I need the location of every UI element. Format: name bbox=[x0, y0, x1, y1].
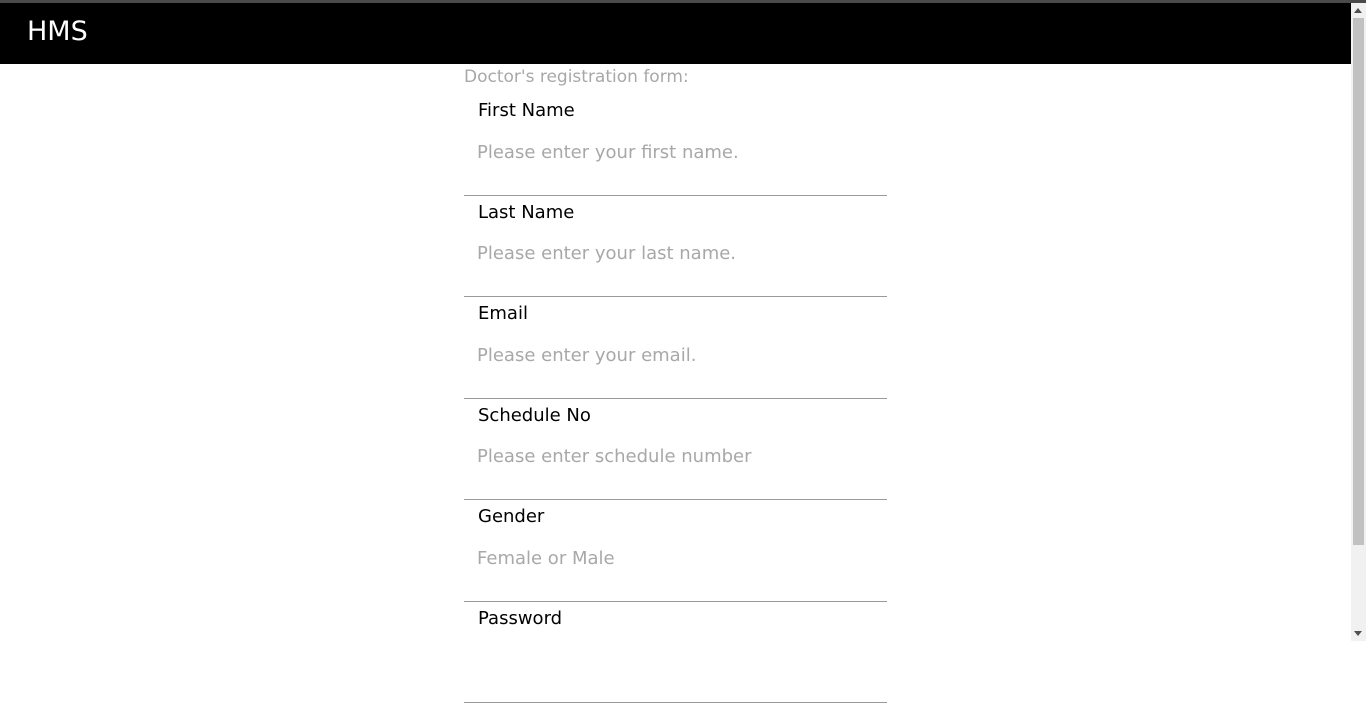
triangle-up-icon bbox=[1354, 8, 1362, 13]
schedule-no-label: Schedule No bbox=[478, 404, 591, 428]
last-name-label: Last Name bbox=[478, 201, 574, 225]
password-field: Password bbox=[464, 602, 887, 703]
last-name-input[interactable] bbox=[464, 234, 887, 274]
gender-field: Gender bbox=[464, 500, 887, 602]
password-input[interactable] bbox=[464, 640, 887, 680]
first-name-input[interactable] bbox=[464, 132, 887, 172]
email-input[interactable] bbox=[464, 335, 887, 375]
email-label: Email bbox=[478, 302, 528, 326]
first-name-field: First Name bbox=[464, 94, 887, 196]
brand-link[interactable]: HMS bbox=[27, 15, 88, 49]
first-name-label: First Name bbox=[478, 99, 575, 123]
triangle-down-icon bbox=[1354, 631, 1362, 636]
navbar: HMS bbox=[0, 3, 1351, 64]
schedule-no-input[interactable] bbox=[464, 437, 887, 477]
last-name-field: Last Name bbox=[464, 196, 887, 298]
doctor-registration-form: Doctor's registration form: First Name L… bbox=[464, 64, 887, 703]
scroll-down-button[interactable] bbox=[1351, 626, 1366, 641]
form-title: Doctor's registration form: bbox=[464, 64, 887, 94]
gender-label: Gender bbox=[478, 505, 544, 529]
password-label: Password bbox=[478, 607, 562, 631]
schedule-no-field: Schedule No bbox=[464, 399, 887, 501]
gender-input[interactable] bbox=[464, 538, 887, 578]
email-field: Email bbox=[464, 297, 887, 399]
scrollbar-thumb[interactable] bbox=[1353, 18, 1364, 545]
scroll-up-button[interactable] bbox=[1351, 3, 1366, 18]
vertical-scrollbar[interactable] bbox=[1351, 3, 1366, 641]
